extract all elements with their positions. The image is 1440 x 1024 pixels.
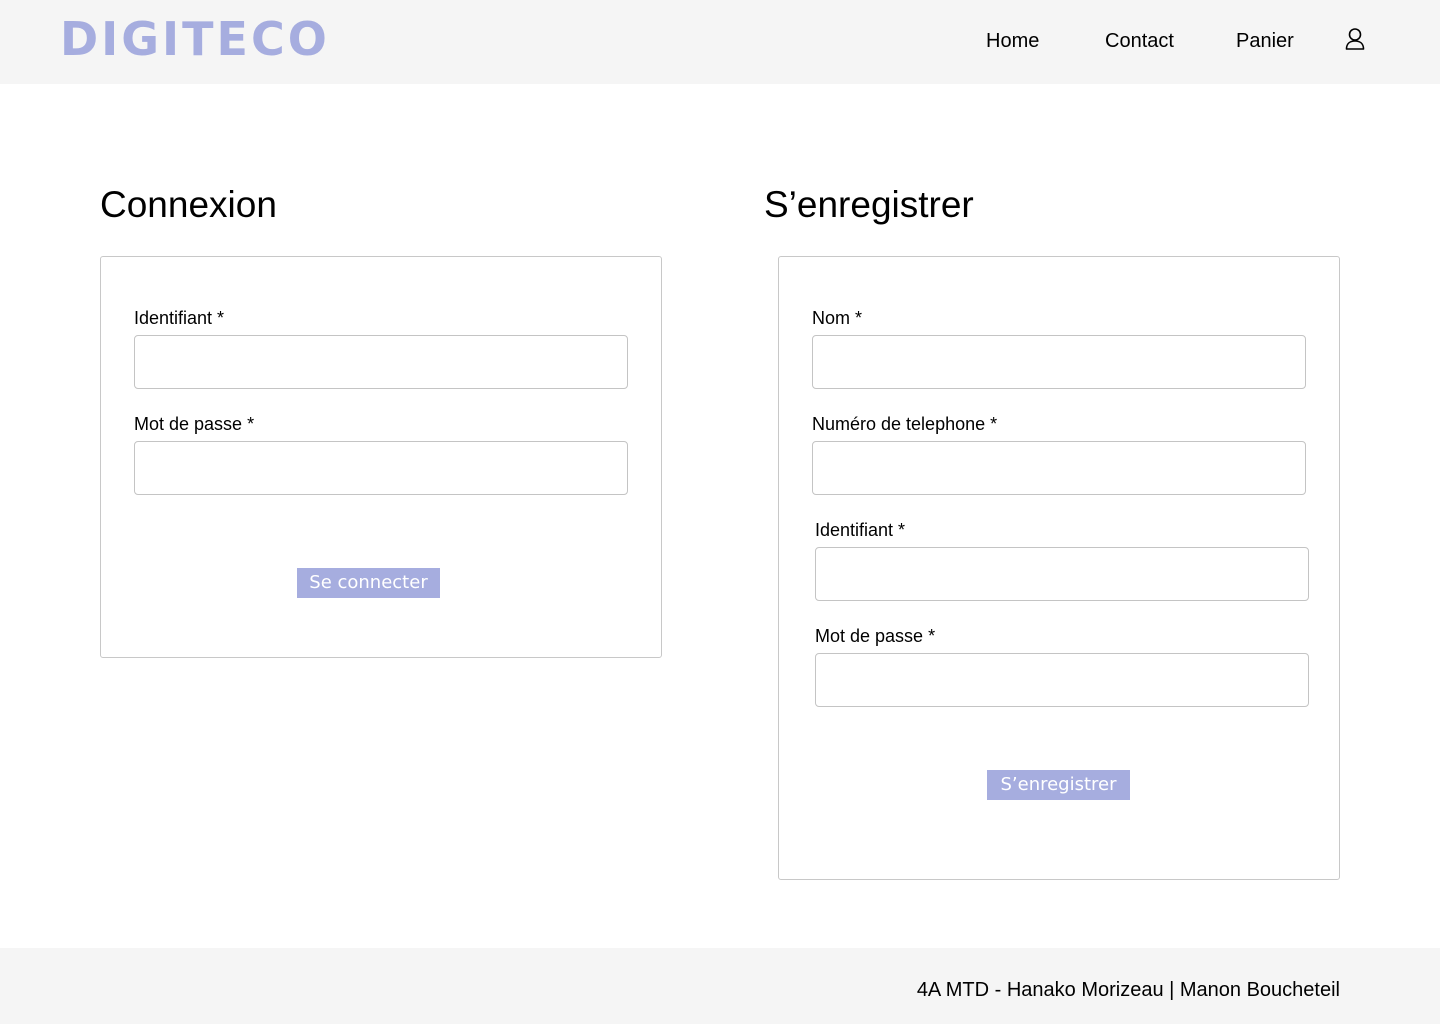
register-password-input[interactable]: [815, 653, 1309, 707]
login-title: Connexion: [100, 184, 277, 225]
login-password-input[interactable]: [134, 441, 628, 495]
nav-contact-link[interactable]: Contact: [1105, 28, 1174, 54]
site-logo[interactable]: DIGITECO: [60, 14, 330, 64]
footer-credits: 4A MTD - Hanako Morizeau | Manon Bouchet…: [916, 979, 1340, 1001]
login-submit-button[interactable]: Se connecter: [297, 568, 440, 598]
login-card: Identifiant * Mot de passe * Se connecte…: [100, 256, 662, 658]
register-card: Nom * Numéro de telephone * Identifiant …: [778, 256, 1340, 880]
register-title: S’enregistrer: [764, 184, 974, 225]
register-identifier-input[interactable]: [815, 547, 1309, 601]
register-name-label: Nom *: [812, 308, 863, 328]
register-phone-label: Numéro de telephone *: [812, 414, 998, 434]
register-submit-button[interactable]: S’enregistrer: [987, 770, 1130, 800]
register-phone-input[interactable]: [812, 441, 1306, 495]
nav-home-link[interactable]: Home: [986, 28, 1039, 54]
login-identifier-label: Identifiant *: [134, 308, 225, 328]
nav-cart-link[interactable]: Panier: [1236, 28, 1294, 54]
login-password-label: Mot de passe *: [134, 414, 255, 434]
login-identifier-input[interactable]: [134, 335, 628, 389]
register-name-input[interactable]: [812, 335, 1306, 389]
register-identifier-label: Identifiant *: [815, 520, 906, 540]
site-footer: 4A MTD - Hanako Morizeau | Manon Bouchet…: [0, 948, 1440, 1024]
register-password-label: Mot de passe *: [815, 626, 936, 646]
site-header: DIGITECO Home Contact Panier: [0, 0, 1440, 84]
user-icon[interactable]: [1344, 27, 1366, 51]
